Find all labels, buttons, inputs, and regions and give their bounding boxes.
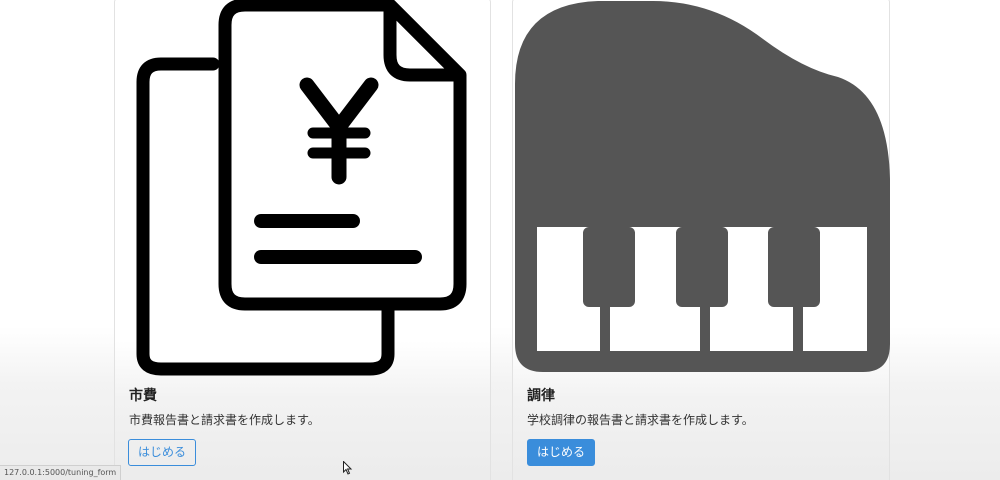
- grand-piano-icon: [515, 1, 890, 372]
- mouse-cursor-icon: [343, 461, 353, 475]
- card-title: 調律: [527, 388, 555, 404]
- page: 市費 市費報告書と請求書を作成します。 はじめる 調律 学校調律の報告書と請求書…: [0, 0, 1000, 480]
- card-description: 学校調律の報告書と請求書を作成します。: [527, 413, 754, 427]
- card-title: 市費: [129, 388, 157, 404]
- card-city-expense: 市費 市費報告書と請求書を作成します。 はじめる: [114, 0, 491, 480]
- start-button[interactable]: はじめる: [128, 439, 197, 466]
- yen-document-icon: [136, 0, 467, 376]
- card-description: 市費報告書と請求書を作成します。: [129, 413, 320, 427]
- card-tuning: 調律 学校調律の報告書と請求書を作成します。 はじめる: [512, 0, 890, 480]
- start-button[interactable]: はじめる: [527, 439, 596, 466]
- status-bar-url: 127.0.0.1:5000/tuning_form: [0, 465, 122, 480]
